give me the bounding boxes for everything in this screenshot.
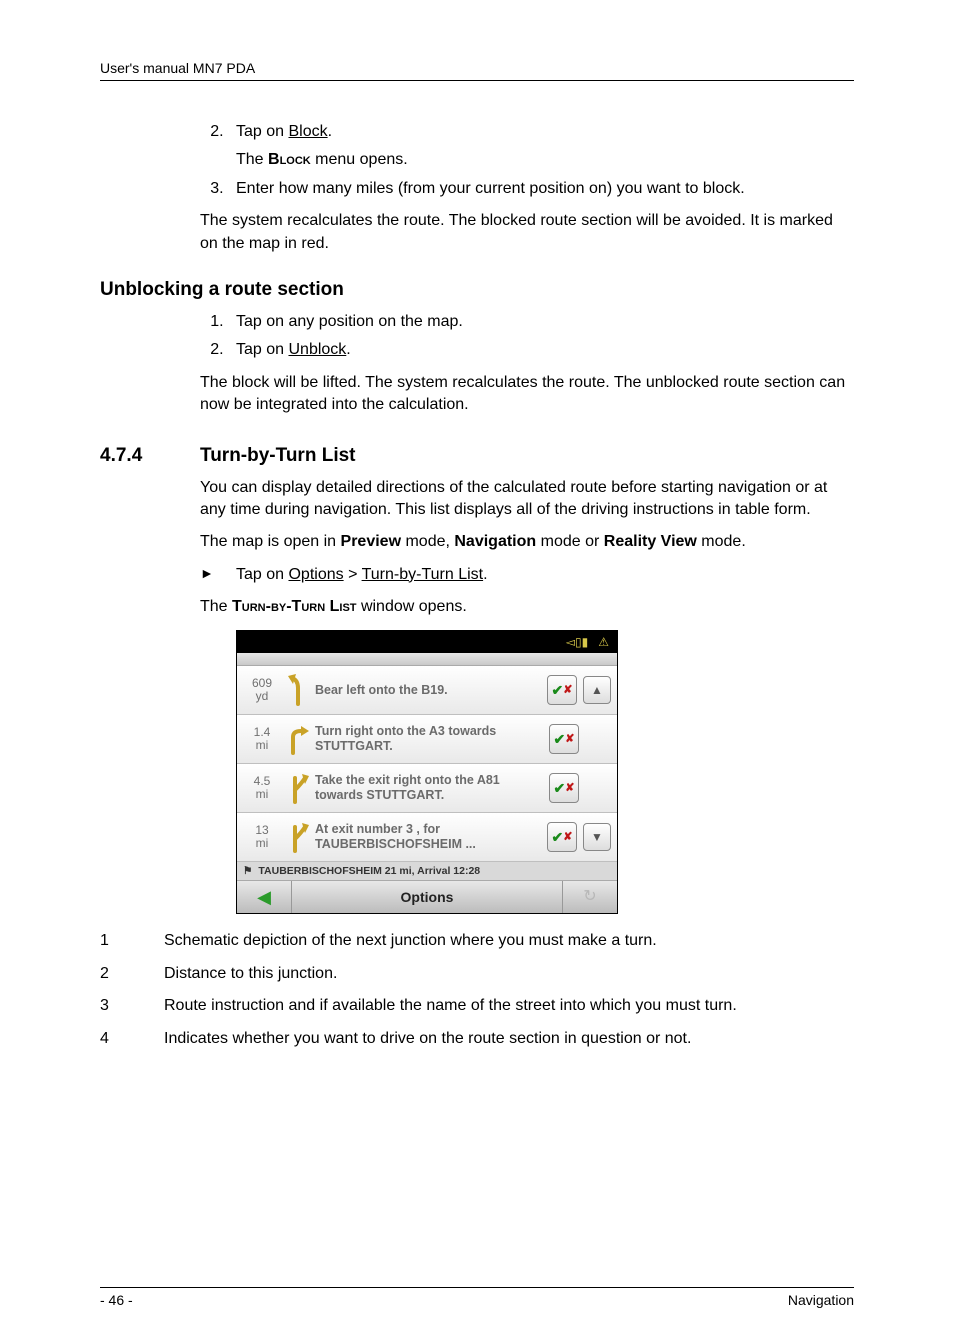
toggle-section-button[interactable]: ✔✘ bbox=[547, 822, 577, 852]
unblock-step-2: Tap on Unblock. bbox=[228, 339, 854, 361]
heading-unblocking: Unblocking a route section bbox=[100, 279, 854, 301]
steps-list-block: Tap on Block. The Block menu opens. Ente… bbox=[200, 121, 854, 200]
bullet-post: . bbox=[483, 566, 487, 583]
header-divider bbox=[100, 80, 854, 81]
after-sc: Turn-by-Turn List bbox=[232, 598, 356, 615]
scroll-down-button[interactable]: ▼ bbox=[583, 823, 611, 851]
instruction-text: At exit number 3 , for TAUBERBISCHOFSHEI… bbox=[315, 822, 541, 852]
legend-text-4: Indicates whether you want to drive on t… bbox=[164, 1028, 854, 1050]
step-2-text-post: . bbox=[328, 123, 332, 140]
legend-text-1: Schematic depiction of the next junction… bbox=[164, 930, 854, 952]
footer-divider bbox=[100, 1287, 854, 1288]
p2-mid2: mode or bbox=[536, 533, 604, 550]
scroll-up-button[interactable]: ▲ bbox=[583, 676, 611, 704]
distance-label: 609 yd bbox=[243, 677, 281, 703]
link-unblock[interactable]: Unblock bbox=[288, 341, 346, 358]
step-2-text-pre: Tap on bbox=[236, 123, 288, 140]
page-number: - 46 - bbox=[100, 1292, 133, 1308]
after-post: window opens. bbox=[357, 598, 467, 615]
warning-icon: ⚠ bbox=[598, 634, 609, 651]
destination-flag-icon: ⚑ bbox=[243, 864, 252, 879]
toggle-section-button[interactable]: ✔✘ bbox=[547, 675, 577, 705]
p2-b1: Preview bbox=[341, 533, 401, 550]
list-item[interactable]: 1.4 mi Turn right onto the A3 towards ST… bbox=[237, 715, 617, 764]
p2-b2: Navigation bbox=[454, 533, 536, 550]
after-pre: The bbox=[200, 598, 232, 615]
bullet-marker-icon: ► bbox=[200, 564, 236, 586]
bottom-toolbar: ◀ Options ↻ bbox=[237, 881, 617, 913]
bullet-mid: > bbox=[344, 566, 362, 583]
instruction-text: Take the exit right onto the A81 towards… bbox=[315, 773, 543, 803]
options-button[interactable]: Options bbox=[292, 881, 563, 913]
sound-icon: ◅▯▮ bbox=[566, 634, 588, 651]
step-2-sub-post: menu opens. bbox=[311, 151, 408, 168]
instruction-text: Turn right onto the A3 towards STUTTGART… bbox=[315, 724, 543, 754]
step-3: Enter how many miles (from your current … bbox=[228, 178, 854, 200]
block-after-para: The system recalculates the route. The b… bbox=[200, 210, 854, 255]
page-footer: - 46 - Navigation bbox=[100, 1287, 854, 1308]
bear-left-icon bbox=[287, 674, 309, 706]
legend-text-3: Route instruction and if available the n… bbox=[164, 995, 854, 1017]
status-text: TAUBERBISCHOFSHEIM 21 mi, Arrival 12:28 bbox=[258, 864, 480, 879]
exit-right-icon bbox=[287, 821, 309, 853]
unblock-step-1: Tap on any position on the map. bbox=[228, 311, 854, 333]
legend-num-3: 3 bbox=[100, 995, 164, 1017]
list-item[interactable]: 4.5 mi Take the exit right onto the A81 … bbox=[237, 764, 617, 813]
distance-label: 4.5 mi bbox=[243, 775, 281, 801]
status-bar: ⚑ TAUBERBISCHOFSHEIM 21 mi, Arrival 12:2… bbox=[237, 862, 617, 881]
ss-subbar bbox=[237, 653, 617, 666]
unblock-s2-post: . bbox=[346, 341, 350, 358]
exit-right-icon bbox=[287, 772, 309, 804]
legend-block: 1 Schematic depiction of the next juncti… bbox=[100, 930, 854, 1050]
link-turn-by-turn-list[interactable]: Turn-by-Turn List bbox=[362, 566, 484, 583]
refresh-button[interactable]: ↻ bbox=[563, 881, 617, 913]
distance-label: 1.4 mi bbox=[243, 726, 281, 752]
p2-mid1: mode, bbox=[401, 533, 454, 550]
section-number: 4.7.4 bbox=[100, 445, 200, 467]
link-options[interactable]: Options bbox=[288, 566, 343, 583]
back-button[interactable]: ◀ bbox=[237, 881, 292, 913]
unblock-after-para: The block will be lifted. The system rec… bbox=[200, 372, 854, 417]
ss-titlebar: ◅▯▮ ⚠ bbox=[237, 631, 617, 653]
section-p1: You can display detailed directions of t… bbox=[200, 477, 854, 522]
bullet-tap-options: ► Tap on Options > Turn-by-Turn List. bbox=[200, 564, 854, 586]
toggle-section-button[interactable]: ✔✘ bbox=[549, 773, 579, 803]
step-2-sub-pre: The bbox=[236, 151, 268, 168]
section-p2: The map is open in Preview mode, Navigat… bbox=[200, 531, 854, 553]
step-2: Tap on Block. The Block menu opens. bbox=[228, 121, 854, 172]
toggle-section-button[interactable]: ✔✘ bbox=[549, 724, 579, 754]
step-2-sub-sc: Block bbox=[268, 151, 311, 168]
p2-post: mode. bbox=[697, 533, 746, 550]
steps-list-unblock: Tap on any position on the map. Tap on U… bbox=[200, 311, 854, 362]
page-header: User's manual MN7 PDA bbox=[100, 60, 854, 76]
p2-b3: Reality View bbox=[604, 533, 697, 550]
p2-pre: The map is open in bbox=[200, 533, 341, 550]
instruction-text: Bear left onto the B19. bbox=[315, 683, 541, 698]
section-title: Turn-by-Turn List bbox=[200, 445, 356, 467]
distance-label: 13 mi bbox=[243, 824, 281, 850]
bullet-pre: Tap on bbox=[236, 566, 288, 583]
legend-num-4: 4 bbox=[100, 1028, 164, 1050]
footer-chapter: Navigation bbox=[788, 1292, 854, 1308]
link-block[interactable]: Block bbox=[288, 123, 327, 140]
turn-right-icon bbox=[287, 723, 309, 755]
list-item[interactable]: 609 yd Bear left onto the B19. ✔✘ ▲ bbox=[237, 666, 617, 715]
legend-text-2: Distance to this junction. bbox=[164, 963, 854, 985]
list-item[interactable]: 13 mi At exit number 3 , for TAUBERBISCH… bbox=[237, 813, 617, 862]
screenshot-turn-list: ◅▯▮ ⚠ 609 yd Bear left onto the B19. ✔✘ … bbox=[236, 630, 618, 914]
legend-num-2: 2 bbox=[100, 963, 164, 985]
legend-num-1: 1 bbox=[100, 930, 164, 952]
unblock-s2-pre: Tap on bbox=[236, 341, 288, 358]
window-opens-para: The Turn-by-Turn List window opens. bbox=[200, 596, 854, 618]
